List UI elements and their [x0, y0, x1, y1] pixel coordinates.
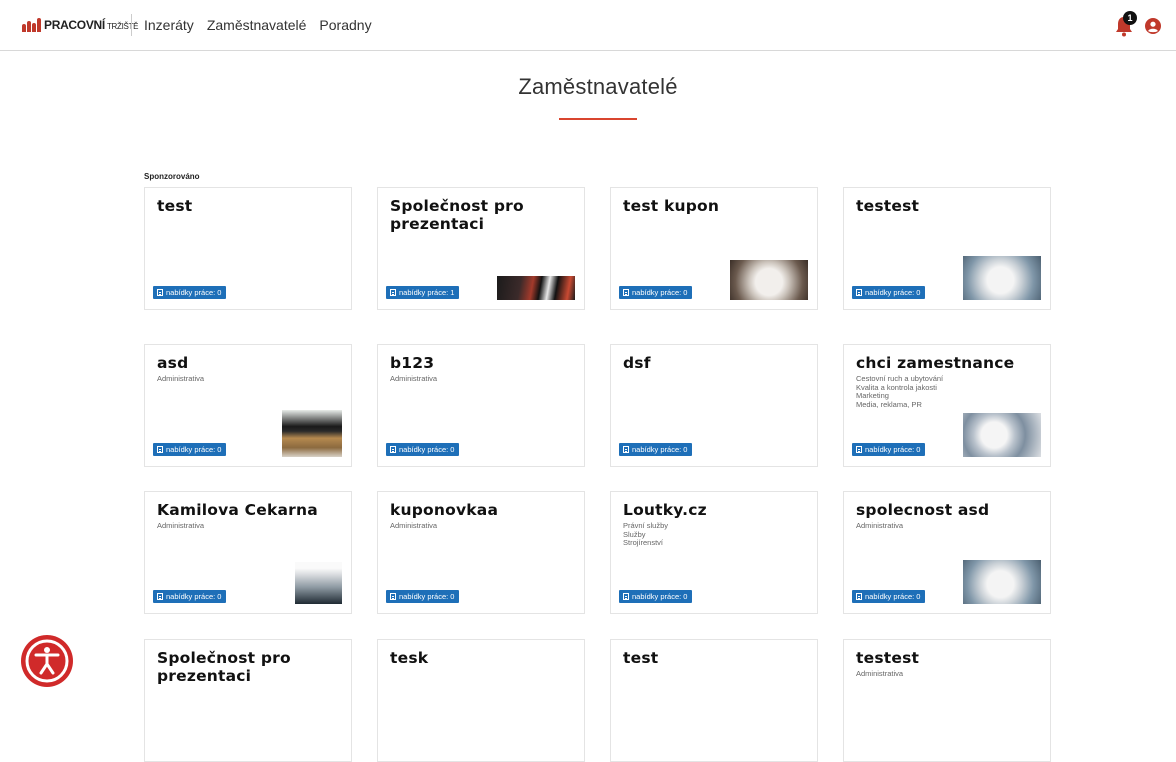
jobs-count-badge[interactable]: nabídky práce: 1 [386, 286, 460, 299]
document-icon [157, 289, 163, 296]
employer-card[interactable]: test kupon nabídky práce: 0 [610, 187, 818, 310]
jobs-count-badge[interactable]: nabídky práce: 0 [153, 286, 227, 299]
employer-logo-image [963, 560, 1041, 604]
jobs-count-badge[interactable]: nabídky práce: 0 [852, 443, 926, 456]
employer-card[interactable]: dsf nabídky práce: 0 [610, 344, 818, 467]
employer-name: Loutky.cz [623, 501, 707, 519]
employer-name: dsf [623, 354, 651, 372]
sponsored-label: Sponzorováno [144, 172, 200, 181]
employer-logo-image [497, 276, 575, 300]
employer-name: Společnost pro prezentaci [390, 197, 524, 233]
employer-name: test kupon [623, 197, 720, 215]
document-icon [157, 446, 163, 453]
site-logo[interactable]: PRACOVNÍ TRŽIŠTĚ [22, 15, 138, 35]
employer-name: spolecnost asd [856, 501, 990, 519]
employer-name: testest [856, 649, 920, 667]
user-circle-icon[interactable] [1145, 18, 1161, 34]
jobs-count-badge[interactable]: nabídky práce: 0 [619, 286, 693, 299]
employer-name: b123 [390, 354, 435, 372]
employer-categories: Administrativa [856, 669, 904, 678]
document-icon [390, 446, 396, 453]
jobs-count-badge[interactable]: nabídky práce: 0 [386, 443, 460, 456]
jobs-count-badge[interactable]: nabídky práce: 0 [153, 590, 227, 603]
jobs-count-badge[interactable]: nabídky práce: 0 [619, 590, 693, 603]
document-icon [856, 446, 862, 453]
employer-card[interactable]: Společnost pro prezentaci nabídky práce:… [377, 187, 585, 310]
document-icon [623, 289, 629, 296]
employer-card[interactable]: Loutky.cz Právní služby Služby Strojíren… [610, 491, 818, 614]
employer-categories: Administrativa [856, 521, 904, 530]
logo-text: PRACOVNÍ TRŽIŠTĚ [44, 18, 139, 32]
employer-name: kuponovkaa [390, 501, 499, 519]
page-title: Zaměstnavatelé [518, 74, 678, 99]
jobs-count-badge[interactable]: nabídky práce: 0 [619, 443, 693, 456]
jobs-count-badge[interactable]: nabídky práce: 0 [852, 590, 926, 603]
document-icon [623, 446, 629, 453]
employer-card[interactable]: asd Administrativa nabídky práce: 0 [144, 344, 352, 467]
document-icon [390, 593, 396, 600]
employer-card[interactable]: b123 Administrativa nabídky práce: 0 [377, 344, 585, 467]
employer-card[interactable]: tesk [377, 639, 585, 762]
jobs-count-badge[interactable]: nabídky práce: 0 [386, 590, 460, 603]
nav-link-zamestnavatele[interactable]: Zaměstnavatelé [207, 17, 307, 33]
employer-card[interactable]: test nabídky práce: 0 [144, 187, 352, 310]
title-underline [559, 118, 637, 120]
employer-categories: Administrativa [157, 374, 205, 383]
employer-categories: Administrativa [390, 521, 438, 530]
document-icon [157, 593, 163, 600]
employer-card[interactable]: Společnost pro prezentaci [144, 639, 352, 762]
document-icon [856, 289, 862, 296]
nav-link-inzeraty[interactable]: Inzeráty [144, 17, 194, 33]
employer-categories: Administrativa [157, 521, 205, 530]
employer-card[interactable]: spolecnost asd Administrativa nabídky pr… [843, 491, 1051, 614]
employer-categories: Právní služby Služby Strojírenství [623, 521, 669, 547]
logo-figures-icon [22, 18, 41, 32]
employer-name: chci zamestnance [856, 354, 1015, 372]
document-icon [623, 593, 629, 600]
employer-name: testest [856, 197, 920, 215]
employer-logo-image [282, 410, 342, 457]
employer-card[interactable]: chci zamestnance Cestovní ruch a ubytová… [843, 344, 1051, 467]
logo-divider [131, 14, 132, 36]
main-nav: Inzeráty Zaměstnavatelé Poradny [144, 17, 372, 33]
employer-logo-image [963, 256, 1041, 300]
employer-card[interactable]: testest nabídky práce: 0 [843, 187, 1051, 310]
employer-name: asd [157, 354, 189, 372]
accessibility-icon [25, 639, 69, 683]
top-navbar: PRACOVNÍ TRŽIŠTĚ Inzeráty Zaměstnavatelé … [0, 0, 1176, 51]
employer-categories: Cestovní ruch a ubytování Kvalita a kont… [856, 374, 944, 409]
notification-badge: 1 [1123, 11, 1137, 25]
employer-card[interactable]: test [610, 639, 818, 762]
document-icon [390, 289, 396, 296]
employer-card[interactable]: testest Administrativa [843, 639, 1051, 762]
jobs-count-badge[interactable]: nabídky práce: 0 [153, 443, 227, 456]
employer-card[interactable]: Kamilova Cekarna Administrativa nabídky … [144, 491, 352, 614]
employer-categories: Administrativa [390, 374, 438, 383]
employer-name: Společnost pro prezentaci [157, 649, 291, 685]
employer-name: tesk [390, 649, 429, 667]
employer-name: test [157, 197, 193, 215]
employer-logo-image [730, 260, 808, 300]
employer-name: Kamilova Cekarna [157, 501, 318, 519]
document-icon [856, 593, 862, 600]
employer-name: test [623, 649, 659, 667]
employer-logo-image [963, 413, 1041, 457]
accessibility-button[interactable] [21, 635, 73, 687]
jobs-count-badge[interactable]: nabídky práce: 0 [852, 286, 926, 299]
employer-logo-image [295, 562, 342, 604]
employer-card[interactable]: kuponovkaa Administrativa nabídky práce:… [377, 491, 585, 614]
nav-link-poradny[interactable]: Poradny [319, 17, 371, 33]
